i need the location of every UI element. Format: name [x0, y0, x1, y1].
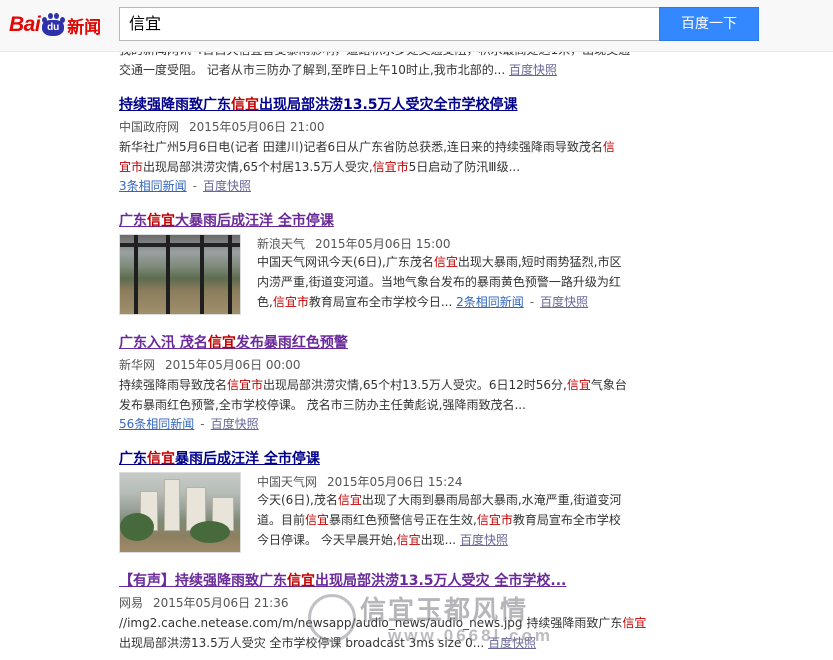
result-item-2: 广东信宜大暴雨后成汪洋 全市停课 新浪天气 2015年05月06日 15:00 中…: [119, 212, 679, 315]
result-snippet: 持续强降雨导致茂名信宜市出现局部洪涝灾情,65个村13.5万人受灾。6日12时5…: [119, 378, 627, 412]
snapshot-link[interactable]: 百度快照: [460, 533, 508, 547]
result-source: 中国天气网 2015年05月06日 15:24: [257, 474, 679, 490]
publish-date: 2015年05月06日 00:00: [165, 358, 301, 372]
result-source: 新浪天气 2015年05月06日 15:00: [257, 236, 679, 252]
result-title-link[interactable]: 广东信宜大暴雨后成汪洋 全市停课: [119, 212, 679, 230]
result-links: 3条相同新闻 - 百度快照: [119, 179, 251, 193]
results-area: 我的新闻网讯 4日白天信宜普受暴雨影响，道路积水多处交通受阻，积水最高处达1米，…: [0, 0, 833, 660]
snapshot-link[interactable]: 百度快照: [211, 417, 259, 431]
related-news-link[interactable]: 56条相同新闻: [119, 417, 194, 431]
baidu-news-logo[interactable]: Bai du 新闻: [9, 10, 101, 40]
source-name: 中国天气网: [257, 475, 318, 489]
paw-icon: du: [41, 13, 66, 37]
search-header: Bai du 新闻 信宜 百度一下: [0, 0, 833, 52]
result-snippet: //img2.cache.netease.com/m/newsapp/audio…: [119, 616, 647, 650]
result-item-4: 广东信宜暴雨后成汪洋 全市停课 中国天气网 2015年05月06日 15:24 今…: [119, 450, 679, 553]
search-input[interactable]: 信宜: [119, 7, 660, 41]
source-name: 新浪天气: [257, 237, 306, 251]
source-name: 新华网: [119, 358, 156, 372]
result-title-link[interactable]: 持续强降雨致广东信宜出现局部洪涝13.5万人受灾全市学校停课: [119, 96, 679, 114]
result-source: 网易 2015年05月06日 21:36: [119, 595, 679, 611]
publish-date: 2015年05月06日 15:00: [315, 237, 451, 251]
result-links: 56条相同新闻 - 百度快照: [119, 417, 259, 431]
result-source: 新华网 2015年05月06日 00:00: [119, 357, 679, 373]
result-source: 中国政府网 2015年05月06日 21:00: [119, 119, 679, 135]
publish-date: 2015年05月06日 21:00: [189, 120, 325, 134]
snapshot-link[interactable]: 百度快照: [509, 63, 557, 77]
search-button[interactable]: 百度一下: [659, 7, 759, 41]
publish-date: 2015年05月06日 15:24: [327, 475, 463, 489]
result-title-link[interactable]: 广东信宜暴雨后成汪洋 全市停课: [119, 450, 679, 468]
related-news-link[interactable]: 3条相同新闻: [119, 179, 187, 193]
result-title-link[interactable]: 广东入汛 茂名信宜发布暴雨红色预警: [119, 334, 679, 352]
result-title-link[interactable]: 【有声】持续强降雨致广东信宜出现局部洪涝13.5万人受灾 全市学校...: [119, 572, 679, 590]
result-item-5: 【有声】持续强降雨致广东信宜出现局部洪涝13.5万人受灾 全市学校... 网易 2…: [119, 572, 679, 653]
source-name: 网易: [119, 596, 144, 610]
result-item-1: 持续强降雨致广东信宜出现局部洪涝13.5万人受灾全市学校停课 中国政府网 2015…: [119, 96, 679, 195]
logo-text-bai: Bai: [9, 13, 41, 36]
result-snippet: 新华社广州5月6日电(记者 田建川)记者6日从广东省防总获悉,连日来的持续强降雨…: [119, 140, 615, 174]
source-name: 中国政府网: [119, 120, 180, 134]
result-snippet: 中国天气网讯今天(6日),广东茂名信宜出现大暴雨,短时雨势猛烈,市区 内涝严重,…: [257, 255, 622, 309]
snapshot-link[interactable]: 百度快照: [540, 295, 588, 309]
result-snippet: 今天(6日),茂名信宜出现了大雨到暴雨局部大暴雨,水淹严重,街道变河 道。目前信…: [257, 493, 622, 547]
related-news-link[interactable]: 2条相同新闻: [456, 295, 524, 309]
snapshot-link[interactable]: 百度快照: [203, 179, 251, 193]
news-thumbnail[interactable]: [119, 234, 241, 315]
news-thumbnail[interactable]: [119, 472, 241, 553]
snapshot-link[interactable]: 百度快照: [488, 636, 536, 650]
logo-text-news: 新闻: [67, 17, 102, 38]
snippet-line-2: 交通一度受阻。 记者从市三防办了解到,至昨日上午10时止,我市北部的... 百度…: [119, 63, 558, 77]
publish-date: 2015年05月06日 21:36: [153, 596, 289, 610]
result-item-3: 广东入汛 茂名信宜发布暴雨红色预警 新华网 2015年05月06日 00:00 持…: [119, 334, 679, 433]
